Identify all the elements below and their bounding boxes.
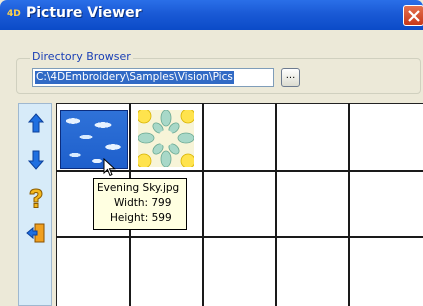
app-4d-icon: 4D bbox=[7, 9, 21, 19]
browse-button[interactable]: ... bbox=[281, 68, 300, 87]
grid-line bbox=[56, 236, 423, 238]
grid-line bbox=[275, 103, 277, 306]
sky-thumbnail[interactable] bbox=[60, 110, 128, 169]
up-arrow-button[interactable] bbox=[25, 112, 47, 134]
directory-browser-label: Directory Browser bbox=[30, 50, 133, 63]
exit-door-icon bbox=[26, 223, 45, 243]
question-mark-icon bbox=[29, 188, 43, 208]
mouse-pointer-icon bbox=[103, 158, 116, 177]
path-value: C:\4DEmbroidery\Samples\Vision\Pics bbox=[35, 71, 234, 84]
window-title: Picture Viewer bbox=[26, 5, 142, 21]
close-icon bbox=[408, 10, 420, 22]
path-field[interactable]: C:\4DEmbroidery\Samples\Vision\Pics bbox=[32, 68, 274, 87]
grid-line bbox=[202, 103, 204, 306]
grid-line bbox=[348, 103, 350, 306]
tooltip-filename: Evening Sky.jpg bbox=[97, 182, 180, 194]
flowers-image bbox=[136, 108, 196, 169]
up-arrow-icon bbox=[27, 113, 45, 133]
image-info-tooltip: Evening Sky.jpg Width: 799 Height: 599 bbox=[93, 178, 187, 230]
tooltip-width: Width: 799 bbox=[114, 197, 172, 209]
close-button[interactable] bbox=[403, 5, 423, 26]
down-arrow-button[interactable] bbox=[25, 149, 47, 171]
help-button[interactable] bbox=[25, 187, 47, 209]
flowers-thumbnail[interactable] bbox=[136, 108, 196, 169]
toolbar bbox=[18, 103, 52, 306]
exit-button[interactable] bbox=[25, 222, 47, 244]
tooltip-height: Height: 599 bbox=[110, 212, 172, 224]
down-arrow-icon bbox=[27, 150, 45, 170]
title-bar[interactable]: 4D Picture Viewer bbox=[0, 0, 423, 30]
